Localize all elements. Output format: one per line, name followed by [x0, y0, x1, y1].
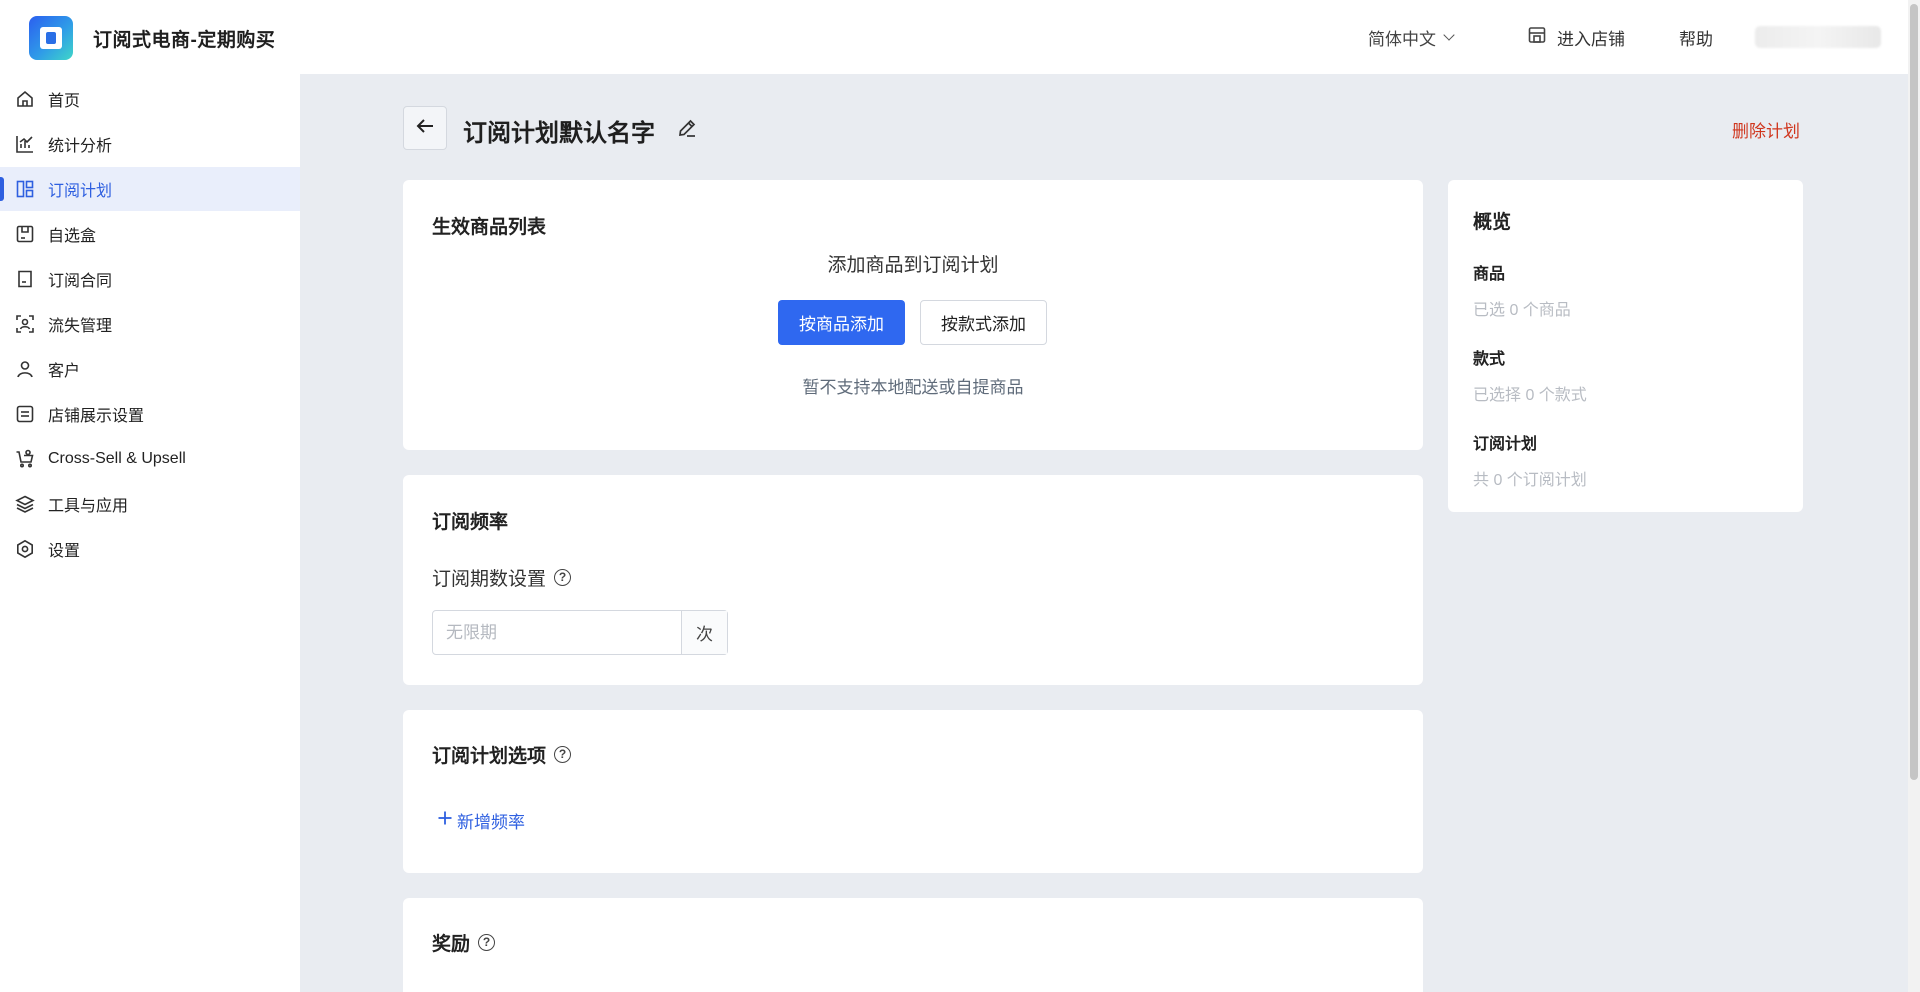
sidebar-item-label: 店铺展示设置 [48, 408, 145, 425]
page-title: 订阅计划默认名字 [463, 120, 655, 147]
sidebar-item-label: 订阅合同 [48, 273, 113, 290]
plan-options-card [403, 710, 1423, 873]
products-note: 暂不支持本地配送或自提商品 [802, 378, 1024, 397]
help-icon[interactable]: ? [478, 934, 496, 951]
overview-plans-value: 共 0 个订阅计划 [1473, 472, 1587, 489]
add-by-variant-button[interactable]: 按款式添加 [920, 300, 1047, 345]
products-card-title: 生效商品列表 [432, 217, 547, 238]
top-bar: 订阅式电商-定期购买 简体中文 进入店铺 帮助 [0, 0, 1908, 74]
period-input-group: 次 [432, 610, 728, 655]
sidebar-item-store-display[interactable]: 店铺展示设置 [0, 392, 300, 436]
sidebar: 首页 统计分析 订阅计划 自选盒 订阅合同 流失管理 客户 店铺展示设置 Cro… [0, 74, 300, 992]
sidebar-item-subscription-plans[interactable]: 订阅计划 [0, 167, 300, 211]
plan-options-title: 订阅计划选项 ? [432, 741, 572, 768]
overview-plans-label: 订阅计划 [1473, 436, 1538, 453]
sidebar-item-customers[interactable]: 客户 [0, 347, 300, 391]
sidebar-item-label: 工具与应用 [48, 498, 129, 515]
help-link[interactable]: 帮助 [1679, 25, 1713, 50]
products-card [403, 180, 1423, 450]
layers-icon [14, 493, 36, 515]
rewards-title: 奖励 ? [432, 929, 496, 956]
overview-title: 概览 [1473, 212, 1512, 233]
sidebar-item-label: 统计分析 [48, 138, 113, 155]
sidebar-item-settings[interactable]: 设置 [0, 527, 300, 571]
sidebar-item-label: 订阅计划 [48, 183, 113, 200]
box-icon [14, 223, 36, 245]
back-button[interactable] [403, 106, 447, 150]
period-setting-label: 订阅期数设置 ? [432, 564, 572, 591]
help-icon[interactable]: ? [554, 569, 572, 586]
frequency-card-title: 订阅频率 [432, 512, 509, 533]
sidebar-item-label: 自选盒 [48, 228, 97, 245]
page-scrollbar-thumb[interactable] [1910, 4, 1918, 780]
sidebar-item-analytics[interactable]: 统计分析 [0, 122, 300, 166]
chart-icon [14, 133, 36, 155]
user-account-menu[interactable] [1755, 26, 1881, 48]
period-setting-text: 订阅期数设置 [432, 569, 547, 590]
delete-plan-button[interactable]: 删除计划 [1732, 117, 1800, 142]
sidebar-item-label: 首页 [48, 93, 81, 110]
layout-icon [14, 178, 36, 200]
sidebar-item-label: 流失管理 [48, 318, 113, 335]
sidebar-item-label: 客户 [48, 363, 81, 380]
user-frame-icon [14, 313, 36, 335]
add-by-product-button[interactable]: 按商品添加 [778, 300, 905, 345]
overview-products-label: 商品 [1473, 266, 1506, 283]
period-count-input[interactable] [433, 611, 681, 654]
rewards-card [403, 898, 1423, 992]
sidebar-item-home[interactable]: 首页 [0, 77, 300, 121]
app-logo[interactable] [29, 16, 73, 60]
overview-variants-label: 款式 [1473, 351, 1506, 368]
sidebar-item-contracts[interactable]: 订阅合同 [0, 257, 300, 301]
hexagon-gear-icon [14, 538, 36, 560]
arrow-left-icon [414, 115, 436, 142]
edit-title-icon[interactable] [676, 117, 698, 144]
period-unit-suffix: 次 [681, 611, 727, 654]
sidebar-item-tools[interactable]: 工具与应用 [0, 482, 300, 526]
add-frequency-button[interactable]: 新增频率 [437, 808, 525, 833]
document-icon [14, 268, 36, 290]
home-icon [14, 88, 36, 110]
rewards-title-text: 奖励 [432, 934, 471, 955]
list-icon [14, 403, 36, 425]
help-icon[interactable]: ? [554, 746, 572, 763]
sidebar-item-churn[interactable]: 流失管理 [0, 302, 300, 346]
add-frequency-label: 新增频率 [457, 813, 525, 832]
plan-options-title-text: 订阅计划选项 [432, 746, 547, 767]
store-icon [1527, 25, 1547, 50]
plus-icon [437, 810, 453, 831]
language-selector[interactable]: 简体中文 [1368, 25, 1455, 50]
sidebar-item-label: 设置 [48, 543, 81, 560]
sidebar-item-custom-box[interactable]: 自选盒 [0, 212, 300, 256]
overview-variants-value: 已选择 0 个款式 [1473, 387, 1587, 404]
overview-products-value: 已选 0 个商品 [1473, 302, 1571, 319]
enter-store-link[interactable]: 进入店铺 [1527, 25, 1625, 50]
sidebar-item-cross-sell[interactable]: Cross-Sell & Upsell [0, 437, 300, 481]
person-icon [14, 358, 36, 380]
language-label: 简体中文 [1368, 30, 1436, 49]
enter-store-label: 进入店铺 [1557, 30, 1625, 49]
add-products-heading: 添加商品到订阅计划 [827, 255, 999, 276]
cart-icon [14, 448, 36, 470]
sidebar-item-label: Cross-Sell & Upsell [48, 450, 186, 467]
app-title: 订阅式电商-定期购买 [93, 30, 276, 51]
chevron-down-icon [1443, 29, 1455, 41]
